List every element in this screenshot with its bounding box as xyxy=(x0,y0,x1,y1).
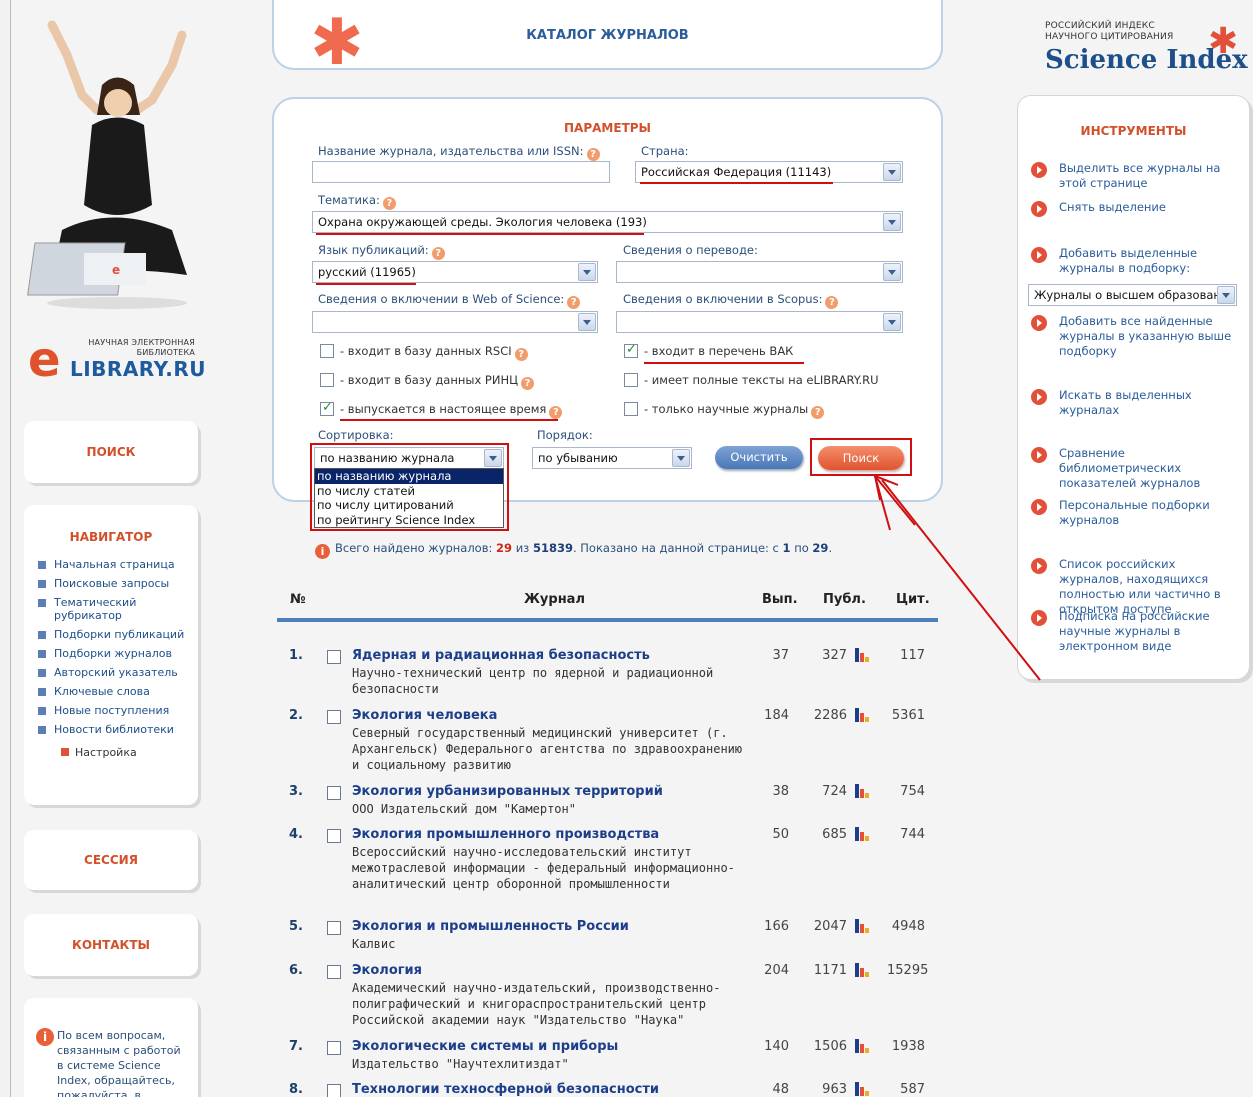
annotation-arrow xyxy=(873,474,1041,681)
